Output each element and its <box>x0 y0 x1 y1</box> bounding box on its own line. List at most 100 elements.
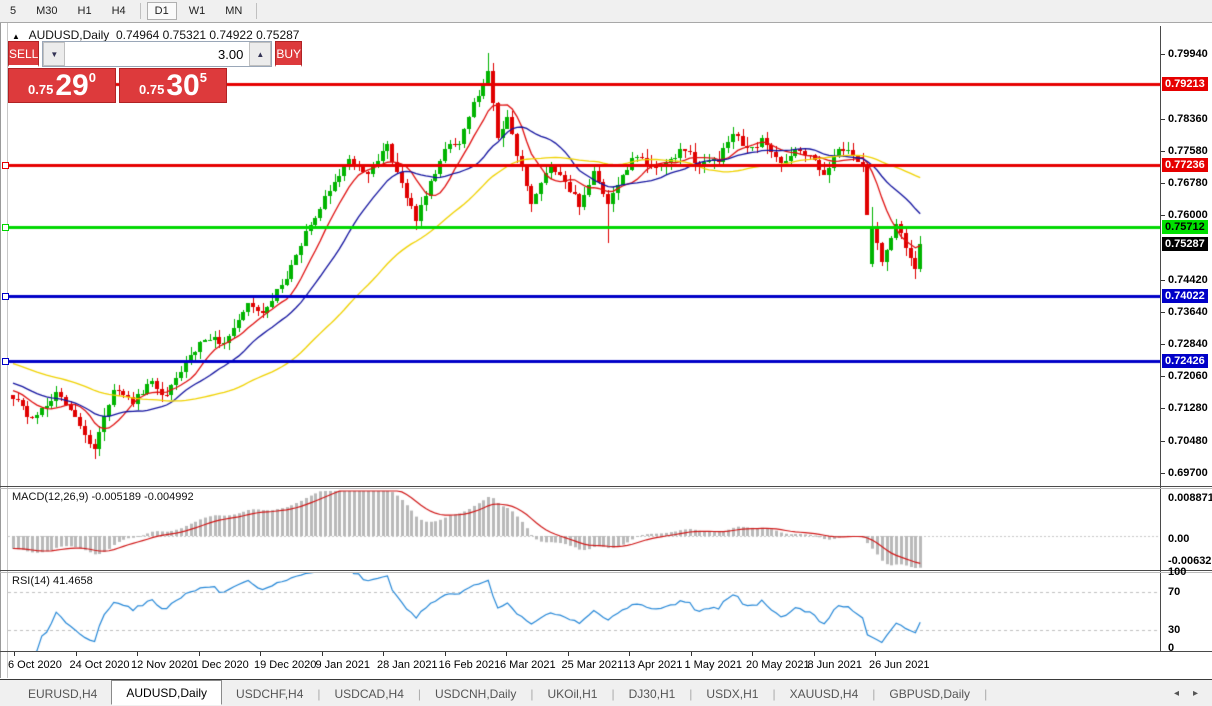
date-axis-label: 1 May 2021 <box>684 659 742 671</box>
date-axis-label: 9 Jan 2021 <box>315 659 370 671</box>
hline-handle[interactable] <box>2 358 9 366</box>
tab-xauusd-h4[interactable]: XAUUSD,H4 <box>776 683 873 705</box>
tab-scroll-arrows: ◂ ▸ <box>1174 688 1198 699</box>
main-macd-separator[interactable] <box>0 486 1212 487</box>
tab-ukoil-h1[interactable]: UKOil,H1 <box>533 683 611 705</box>
buy-button[interactable]: BUY <box>275 41 303 67</box>
hline-handle[interactable] <box>2 161 9 169</box>
date-axis-tick <box>752 652 753 656</box>
timeframe-button-h4[interactable]: H4 <box>104 2 134 20</box>
date-axis-tick <box>137 652 138 656</box>
tab-eurusd-h4[interactable]: EURUSD,H4 <box>14 683 111 705</box>
date-axis[interactable]: 6 Oct 2020 24 Oct 2020 12 Nov 2020 1 Dec 20… <box>0 652 1160 678</box>
tab-audusd-daily[interactable]: AUDUSD,Daily <box>111 680 223 705</box>
date-axis-label: 25 Mar 2021 <box>561 659 624 671</box>
one-click-trade-panel: SELL ▼ ▲ BUY 0.75 29 0 0.75 30 5 <box>8 41 303 103</box>
toolbar-separator <box>139 3 141 19</box>
tab-scroll-left-icon[interactable]: ◂ <box>1174 688 1179 699</box>
sell-price-big: 29 <box>55 69 89 102</box>
tab-usdchf-h4[interactable]: USDCHF,H4 <box>222 683 317 705</box>
date-axis-label: 6 Oct 2020 <box>8 659 62 671</box>
buy-price-box[interactable]: 0.75 30 5 <box>119 68 227 103</box>
macd-axis-label: 0.00 <box>1168 533 1190 545</box>
macd-rsi-separator[interactable] <box>0 570 1212 571</box>
hline-handle[interactable] <box>2 293 9 301</box>
tab-usdcad-h4[interactable]: USDCAD,H4 <box>321 683 418 705</box>
price-axis-tick <box>1161 279 1165 281</box>
price-axis-tick <box>1161 472 1165 474</box>
tab-separator: | <box>984 686 988 701</box>
tab-gbpusd-daily[interactable]: GBPUSD,Daily <box>875 683 984 705</box>
date-axis-tick <box>506 652 507 656</box>
timeframe-button-mn[interactable]: MN <box>217 2 250 20</box>
price-badge-0.79213: 0.79213 <box>1162 76 1208 91</box>
price-axis-tick <box>1161 344 1165 346</box>
date-axis-label: 6 Mar 2021 <box>500 659 556 671</box>
date-axis-label: 20 May 2021 <box>746 659 810 671</box>
date-axis-label: 13 Apr 2021 <box>623 659 683 671</box>
price-axis[interactable]: 0.79940 0.78360 0.77580 0.76780 0.76000 0.744… <box>1161 26 1212 654</box>
rsi-axis-label: 30 <box>1168 624 1181 636</box>
price-axis-label: 0.69700 <box>1168 466 1208 479</box>
volume-spinner: ▼ ▲ <box>42 41 273 67</box>
chart-tab-bar: EURUSD,H4 AUDUSD,Daily USDCHF,H4 | USDCAD,H4… <box>0 679 1212 706</box>
date-axis-label: 28 Jan 2021 <box>377 659 438 671</box>
tab-usdx-h1[interactable]: USDX,H1 <box>692 683 772 705</box>
price-axis-tick <box>1161 440 1165 442</box>
tab-usdcnh-daily[interactable]: USDCNH,Daily <box>421 683 530 705</box>
date-axis-tick <box>260 652 261 656</box>
sell-button[interactable]: SELL <box>8 41 40 67</box>
date-axis-tick <box>567 652 569 656</box>
date-axis-tick <box>383 652 384 656</box>
trading-app-screen: 5 M30 H1 H4 D1 W1 MN ▲ AUDUSD,Daily 0.74964 0.… <box>0 0 1212 706</box>
date-axis-tick <box>690 652 692 656</box>
sell-price-box[interactable]: 0.75 29 0 <box>8 68 116 103</box>
price-badge-0.75712: 0.75712 <box>1162 219 1208 234</box>
price-axis-tick <box>1161 311 1165 313</box>
price-badge-0.72426: 0.72426 <box>1162 354 1208 369</box>
chart-symbol-label: AUDUSD,Daily <box>28 28 110 42</box>
window-left-border <box>0 23 1 678</box>
price-axis-tick <box>1161 150 1165 152</box>
timeframe-button-m30[interactable]: M30 <box>28 2 65 20</box>
price-axis-tick <box>1161 183 1165 185</box>
tab-dj30-h1[interactable]: DJ30,H1 <box>615 683 690 705</box>
buy-price-sup: 5 <box>199 70 207 85</box>
timeframe-toolbar: 5 M30 H1 H4 D1 W1 MN <box>0 0 1212 23</box>
date-axis-label: 19 Dec 2020 <box>254 659 317 671</box>
chart-ohlc-values: 0.74964 0.75321 0.74922 0.75287 <box>115 28 300 42</box>
price-axis-tick <box>1161 408 1165 410</box>
timeframe-button-d1[interactable]: D1 <box>146 2 177 20</box>
price-badge-0.74022: 0.74022 <box>1162 289 1208 304</box>
date-axis-label: 16 Feb 2021 <box>438 659 501 671</box>
rsi-indicator-canvas[interactable] <box>8 573 1160 651</box>
tab-scroll-right-icon[interactable]: ▸ <box>1193 688 1198 699</box>
buy-price-big: 30 <box>166 69 200 102</box>
price-axis-label: 0.72060 <box>1168 370 1208 383</box>
sell-price-base: 0.75 <box>28 82 54 97</box>
rsi-label: RSI(14) 41.4658 <box>12 575 93 587</box>
sell-price-sup: 0 <box>88 70 96 85</box>
price-axis-label: 0.79940 <box>1168 48 1208 60</box>
price-axis-label: 0.74420 <box>1168 273 1208 286</box>
macd-label: MACD(12,26,9) -0.005189 -0.004992 <box>12 491 194 503</box>
price-axis-label: 0.76780 <box>1168 177 1208 190</box>
date-axis-label: 24 Oct 2020 <box>69 659 130 671</box>
date-axis-tick <box>198 652 200 656</box>
collapse-triangle-icon[interactable]: ▲ <box>12 32 20 41</box>
date-axis-label: 26 Jun 2021 <box>869 659 930 671</box>
date-axis-label: 12 Nov 2020 <box>131 659 194 671</box>
timeframe-button-h1[interactable]: H1 <box>70 2 100 20</box>
price-axis-label: 0.73640 <box>1168 305 1208 318</box>
date-axis-label: 8 Jun 2021 <box>807 659 862 671</box>
hline-handle[interactable] <box>2 223 9 231</box>
timeframe-button-w1[interactable]: W1 <box>181 2 214 20</box>
volume-input[interactable] <box>65 42 250 66</box>
price-axis-tick <box>1161 215 1165 217</box>
volume-increase-button[interactable]: ▲ <box>249 42 272 66</box>
volume-decrease-button[interactable]: ▼ <box>43 42 66 66</box>
timeframe-button-5[interactable]: 5 <box>2 2 24 20</box>
macd-axis-label: 0.008871 <box>1168 492 1212 504</box>
date-axis-tick <box>321 652 323 656</box>
date-axis-tick <box>444 652 446 656</box>
